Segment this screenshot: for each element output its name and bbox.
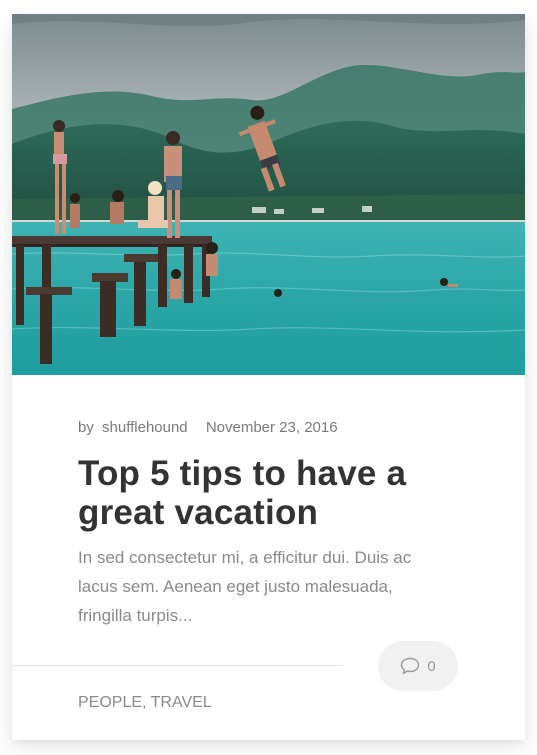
footer-divider (12, 665, 342, 666)
tag-separator: , (142, 694, 151, 711)
comments-button[interactable]: 0 (378, 641, 458, 691)
byline-prefix: by (78, 419, 94, 436)
post-title[interactable]: Top 5 tips to have a great vacation (78, 454, 478, 532)
author-link[interactable]: shufflehound (102, 419, 188, 436)
tag-link-travel[interactable]: TRAVEL (151, 694, 212, 711)
post-excerpt: In sed consectetur mi, a efficitur dui. … (78, 548, 412, 625)
post-meta: by shufflehound November 23, 2016 (78, 419, 338, 436)
blog-post-card: by shufflehound November 23, 2016 Top 5 … (12, 14, 525, 740)
post-date: November 23, 2016 (205, 419, 338, 436)
page: by shufflehound November 23, 2016 Top 5 … (0, 0, 537, 755)
post-featured-image[interactable] (12, 14, 525, 375)
comments-count: 0 (427, 657, 436, 675)
tag-link-people[interactable]: PEOPLE (78, 694, 142, 711)
speech-bubble-icon (401, 657, 420, 674)
post-tags: PEOPLE, TRAVEL (78, 694, 212, 712)
